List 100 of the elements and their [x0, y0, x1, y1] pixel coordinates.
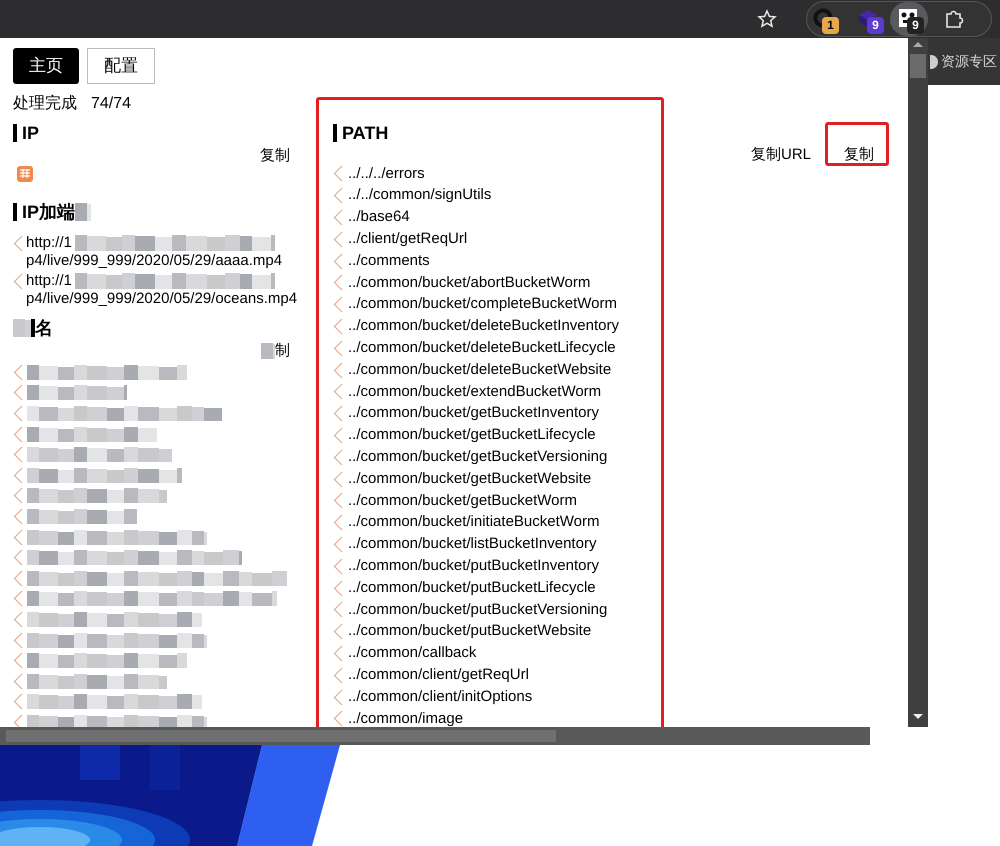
cube-icon[interactable] — [857, 7, 879, 29]
path-item: ../common/bucket/getBucketInventory — [348, 403, 599, 424]
chevron-left-icon — [13, 590, 23, 608]
copy-button[interactable]: 复制 — [260, 147, 290, 165]
chevron-left-icon — [333, 208, 343, 226]
path-item: ../common/bucket/putBucketInventory — [348, 556, 599, 576]
chevron-left-icon — [333, 187, 343, 204]
section-heading: IP加端 — [22, 203, 76, 221]
copy-button[interactable]: 制 — [275, 342, 290, 360]
count-badge: 9 — [867, 17, 884, 34]
url-text: http://1 — [26, 270, 72, 291]
scroll-up-icon[interactable] — [913, 42, 923, 47]
count-badge: 9 — [907, 17, 924, 34]
chevron-left-icon — [13, 549, 23, 566]
scroll-down-icon[interactable] — [913, 714, 923, 719]
chevron-left-icon — [333, 514, 343, 532]
path-item: ../base64 — [348, 207, 410, 228]
path-item: ../common/bucket/completeBucketWorm — [348, 294, 617, 314]
chevron-left-icon — [333, 405, 343, 422]
chevron-left-icon — [13, 508, 23, 525]
pixelated-redaction — [261, 343, 275, 359]
path-item: ../common/bucket/putBucketWebsite — [348, 621, 592, 642]
tab[interactable]: 主页 — [13, 48, 79, 84]
chevron-left-icon — [333, 470, 343, 488]
chevron-left-icon — [13, 610, 23, 628]
horizontal-scrollbar[interactable] — [0, 727, 870, 745]
chevron-left-icon — [333, 318, 343, 335]
chevron-left-icon — [333, 362, 343, 379]
chevron-left-icon — [13, 714, 23, 727]
path-item: ../common/bucket/putBucketLifecycle — [348, 578, 596, 598]
ring-icon[interactable] — [812, 7, 834, 29]
chevron-left-icon — [13, 466, 23, 484]
calculator-icon — [17, 166, 33, 182]
chevron-left-icon — [333, 492, 343, 510]
chevron-left-icon — [13, 426, 23, 443]
path-item: ../common/client/getReqUrl — [348, 664, 529, 685]
chevron-left-icon — [333, 383, 343, 400]
status-text: 处理完成 — [13, 94, 77, 114]
chevron-left-icon — [333, 580, 343, 597]
path-item: ../../../errors — [348, 164, 425, 184]
heading-bar — [333, 124, 337, 142]
section-heading: PATH — [342, 124, 388, 142]
path-item: ../common/client/initOptions — [348, 686, 532, 707]
chevron-left-icon — [333, 666, 343, 684]
tab[interactable]: 配置 — [87, 48, 155, 84]
path-item: ../common/bucket/putBucketVersioning — [348, 600, 608, 620]
path-item: ../common/bucket/deleteBucketInventory — [348, 316, 619, 336]
url-text: p4/live/999_999/2020/05/29/aaaa.mp4 — [26, 250, 282, 271]
chevron-left-icon — [333, 536, 343, 553]
url-text: p4/live/999_999/2020/05/29/oceans.mp4 — [26, 288, 298, 309]
chevron-left-icon — [333, 448, 343, 466]
chevron-left-icon — [333, 644, 343, 662]
url-text: http://1 — [26, 232, 72, 253]
path-item: ../common/bucket/getBucketWebsite — [348, 468, 592, 489]
path-item: ../common/bucket/getBucketLifecycle — [348, 425, 596, 446]
chevron-left-icon — [13, 528, 23, 546]
path-item: ../common/bucket/deleteBucketWebsite — [348, 360, 612, 380]
pixelated-redaction — [13, 319, 31, 337]
chevron-left-icon — [13, 404, 23, 422]
chevron-left-icon — [333, 710, 343, 727]
path-item: ../common/bucket/listBucketInventory — [348, 534, 596, 554]
chevron-left-icon — [13, 693, 23, 710]
path-item: ../common/bucket/initiateBucketWorm — [348, 512, 600, 532]
chevron-left-icon — [333, 623, 343, 640]
puzzle-icon[interactable] — [943, 8, 965, 30]
chevron-left-icon — [333, 426, 343, 444]
path-item: ../common/bucket/getBucketWorm — [348, 490, 577, 511]
chevron-left-icon — [13, 364, 23, 381]
copy-button[interactable]: 复制 — [844, 146, 874, 164]
heading-bar — [13, 124, 17, 142]
path-item: ../common/bucket/abortBucketWorm — [348, 272, 590, 293]
section-heading: IP — [22, 124, 40, 142]
path-item: ../comments — [348, 250, 430, 271]
chevron-left-icon — [333, 252, 343, 270]
chevron-left-icon — [333, 230, 343, 248]
bookmark-star-icon[interactable] — [757, 9, 777, 29]
path-item: ../common/bucket/deleteBucketLifecycle — [348, 338, 616, 358]
scrollbar[interactable] — [908, 38, 928, 727]
chevron-left-icon — [333, 601, 343, 618]
chevron-left-icon — [333, 688, 343, 706]
chevron-left-icon — [13, 632, 23, 649]
path-item: ../common/bucket/getBucketVersioning — [348, 447, 608, 468]
chevron-left-icon — [333, 274, 343, 292]
path-item: ../client/getReqUrl — [348, 229, 468, 250]
chevron-left-icon — [333, 340, 343, 357]
copy-url-button[interactable]: 复制URL — [750, 146, 811, 164]
chevron-left-icon — [13, 446, 23, 464]
count-badge: 1 — [822, 17, 839, 34]
path-item: ../../common/signUtils — [348, 185, 492, 206]
path-item: ../common/image — [348, 708, 464, 727]
scroll-thumb[interactable] — [910, 54, 926, 78]
chevron-left-icon — [13, 487, 23, 504]
chevron-left-icon — [13, 234, 23, 252]
status-count: 74/74 — [91, 94, 132, 114]
chevron-left-icon — [13, 384, 23, 402]
chevron-left-icon — [13, 570, 23, 587]
path-item: ../common/bucket/extendBucketWorm — [348, 382, 602, 402]
chevron-left-icon — [333, 165, 343, 182]
chevron-left-icon — [13, 272, 23, 290]
section-heading: 名 — [35, 319, 53, 337]
